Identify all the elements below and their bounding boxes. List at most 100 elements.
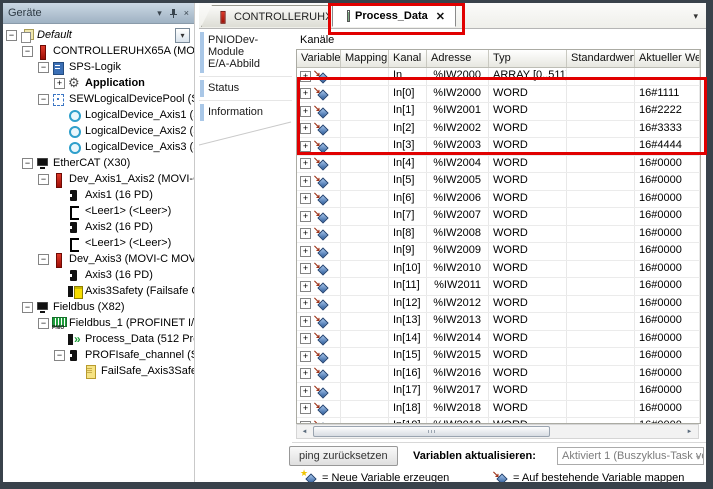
column-header[interactable]: Mapping (341, 50, 389, 67)
row-expander[interactable]: + (300, 70, 311, 82)
chevron-down-icon[interactable]: ▾ (157, 8, 162, 19)
tree-expander[interactable]: − (22, 45, 33, 57)
subtab-status[interactable]: Status (199, 76, 292, 100)
row-expander[interactable]: + (300, 123, 311, 135)
column-header[interactable]: Variable (297, 50, 341, 67)
mapped-variable-icon: ↘ (313, 296, 329, 311)
scroll-left-icon[interactable]: ◄ (297, 429, 312, 435)
tree-item[interactable]: <Leer1> (<Leer>) (3, 203, 194, 220)
table-row[interactable]: + ↘ In[18] %IW2018 WORD 16#0000 (297, 400, 700, 418)
tree-expander[interactable]: − (6, 29, 17, 41)
column-header[interactable]: Adresse (427, 50, 489, 67)
tab-controlleruhx65a[interactable]: CONTROLLERUHX65A (201, 5, 329, 27)
row-expander[interactable]: + (300, 175, 311, 187)
tree-expander[interactable]: − (38, 253, 49, 265)
row-expander[interactable]: + (300, 333, 311, 345)
row-expander[interactable]: + (300, 298, 311, 310)
tree-expander[interactable]: − (22, 157, 33, 169)
table-row[interactable]: + ↘ In[7] %IW2007 WORD 16#0000 (297, 208, 700, 226)
tree-item[interactable]: − Dev_Axis1_Axis2 (MOVI-C M (3, 171, 194, 188)
tree-expander[interactable]: + (54, 77, 65, 89)
tree-expander[interactable]: − (38, 61, 49, 73)
tree-item[interactable]: − Dev_Axis3 (MOVI-C MOVIDR (3, 251, 194, 268)
row-expander[interactable]: + (300, 350, 311, 362)
table-row[interactable]: + ↘ In[4] %IW2004 WORD 16#0000 (297, 155, 700, 173)
table-row[interactable]: + ↘ In[10] %IW2010 WORD 16#0000 (297, 260, 700, 278)
row-expander[interactable]: + (300, 228, 311, 240)
tree-item[interactable]: − SEWLogicalDevicePool (SEWLogic (3, 91, 194, 107)
update-variables-dropdown[interactable]: Aktiviert 1 (Buszyklus-Task verwenden, w… (557, 447, 704, 465)
row-expander[interactable]: + (300, 105, 311, 117)
tree-expander[interactable]: − (54, 349, 65, 361)
scrollbar-thumb[interactable] (313, 426, 550, 437)
tree-expander[interactable]: − (38, 173, 49, 185)
column-header[interactable]: Kanal (389, 50, 427, 67)
tree-item[interactable]: LogicalDevice_Axis3 (SEWLo (3, 139, 194, 155)
tree-item[interactable]: + Application (3, 75, 194, 91)
table-row[interactable]: + ↘ In[0] %IW2000 WORD 16#1111 (297, 85, 700, 103)
table-row[interactable]: + ↘ In[14] %IW2014 WORD 16#0000 (297, 330, 700, 348)
tab-close-icon[interactable]: ✕ (436, 10, 445, 23)
tree-expander[interactable]: − (38, 317, 49, 329)
table-row[interactable]: + ↘ In[13] %IW2013 WORD 16#0000 (297, 313, 700, 331)
tree-item[interactable]: − CONTROLLERUHX65A (MOVI-C CONT (3, 43, 194, 60)
tree-item[interactable]: Axis3Safety (Failsafe C (3, 283, 194, 299)
column-header[interactable]: Typ (489, 50, 567, 67)
row-expander[interactable]: + (300, 385, 311, 397)
row-expander[interactable]: + (300, 210, 311, 222)
table-row[interactable]: + ↘ In[12] %IW2012 WORD 16#0000 (297, 295, 700, 313)
row-expander[interactable]: + (300, 245, 311, 257)
tree-item[interactable]: <Leer1> (<Leer>) (3, 235, 194, 252)
reset-mapping-button[interactable]: ping zurücksetzen (289, 446, 398, 466)
tree-item[interactable]: − PROFIsafe_channel (SEW (3, 347, 194, 363)
subtab-pniodev-module[interactable]: PNIODev-Module E/A-Abbild (199, 29, 292, 76)
table-row[interactable]: + ↘ In[5] %IW2005 WORD 16#0000 (297, 173, 700, 191)
tree-item[interactable]: LogicalDevice_Axis1 (SEWLo (3, 107, 194, 123)
kanal-cell: In[15] (389, 348, 427, 365)
column-header[interactable]: Standardwert (567, 50, 635, 67)
table-row[interactable]: + ↘ In[2] %IW2002 WORD 16#3333 (297, 120, 700, 138)
tree-item[interactable]: − Fieldbus_1 (PROFINET I/O-G (3, 315, 194, 331)
table-row[interactable]: + ↘ In[3] %IW2003 WORD 16#4444 (297, 138, 700, 156)
row-expander[interactable]: + (300, 315, 311, 327)
row-expander[interactable]: + (300, 280, 311, 292)
row-expander[interactable]: + (300, 140, 311, 152)
row-expander[interactable]: + (300, 263, 311, 275)
tree-expander[interactable]: − (38, 93, 49, 105)
tree-item[interactable]: − SPS-Logik (3, 59, 194, 75)
tree-item[interactable]: Axis2 (16 PD) (3, 219, 194, 235)
tree-item[interactable]: Axis1 (16 PD) (3, 187, 194, 203)
table-row[interactable]: + ↘ In[15] %IW2015 WORD 16#0000 (297, 348, 700, 366)
tree-item[interactable]: − EtherCAT (X30) (3, 155, 194, 171)
pin-icon[interactable] (169, 8, 177, 18)
table-row[interactable]: + ↘ In %IW2000 ARRAY [0..511] O (297, 68, 700, 86)
tree-item[interactable]: Process_Data (512 Pro (3, 331, 194, 347)
row-expander[interactable]: + (300, 158, 311, 170)
table-row[interactable]: + ↘ In[8] %IW2008 WORD 16#0000 (297, 225, 700, 243)
table-row[interactable]: + ↘ In[11] %IW2011 WORD 16#0000 (297, 278, 700, 296)
table-row[interactable]: + ↘ In[9] %IW2009 WORD 16#0000 (297, 243, 700, 261)
close-icon[interactable]: × (184, 8, 189, 18)
profile-dropdown[interactable]: ▾ (175, 28, 190, 43)
tree-expander[interactable]: − (22, 301, 33, 313)
row-expander[interactable]: + (300, 368, 311, 380)
table-row[interactable]: + ↘ In[6] %IW2006 WORD 16#0000 (297, 190, 700, 208)
tree-item[interactable]: LogicalDevice_Axis2 (SEWLo (3, 123, 194, 139)
tree-item[interactable]: FailSafe_Axis3Safety (3, 363, 194, 379)
tree-item[interactable]: − Default ▾ (3, 27, 194, 43)
tree-item[interactable]: − Fieldbus (X82) (3, 299, 194, 315)
tab-list-dropdown-icon[interactable]: ▾ (693, 11, 698, 22)
table-row[interactable]: + ↘ In[17] %IW2017 WORD 16#0000 (297, 383, 700, 401)
row-expander[interactable]: + (300, 193, 311, 205)
kanal-cell: In[9] (389, 243, 427, 260)
horizontal-scrollbar[interactable]: ◄ ► (296, 424, 699, 439)
mapping-cell (341, 365, 389, 382)
table-row[interactable]: + ↘ In[1] %IW2001 WORD 16#2222 (297, 103, 700, 121)
tree-item[interactable]: Axis3 (16 PD) (3, 267, 194, 283)
scroll-right-icon[interactable]: ► (682, 429, 697, 435)
table-row[interactable]: + ↘ In[16] %IW2016 WORD 16#0000 (297, 365, 700, 383)
row-expander[interactable]: + (300, 403, 311, 415)
column-header[interactable]: Aktueller Wert (635, 50, 700, 67)
tab-process-data[interactable]: Process_Data ✕ (332, 5, 456, 27)
row-expander[interactable]: + (300, 88, 311, 100)
